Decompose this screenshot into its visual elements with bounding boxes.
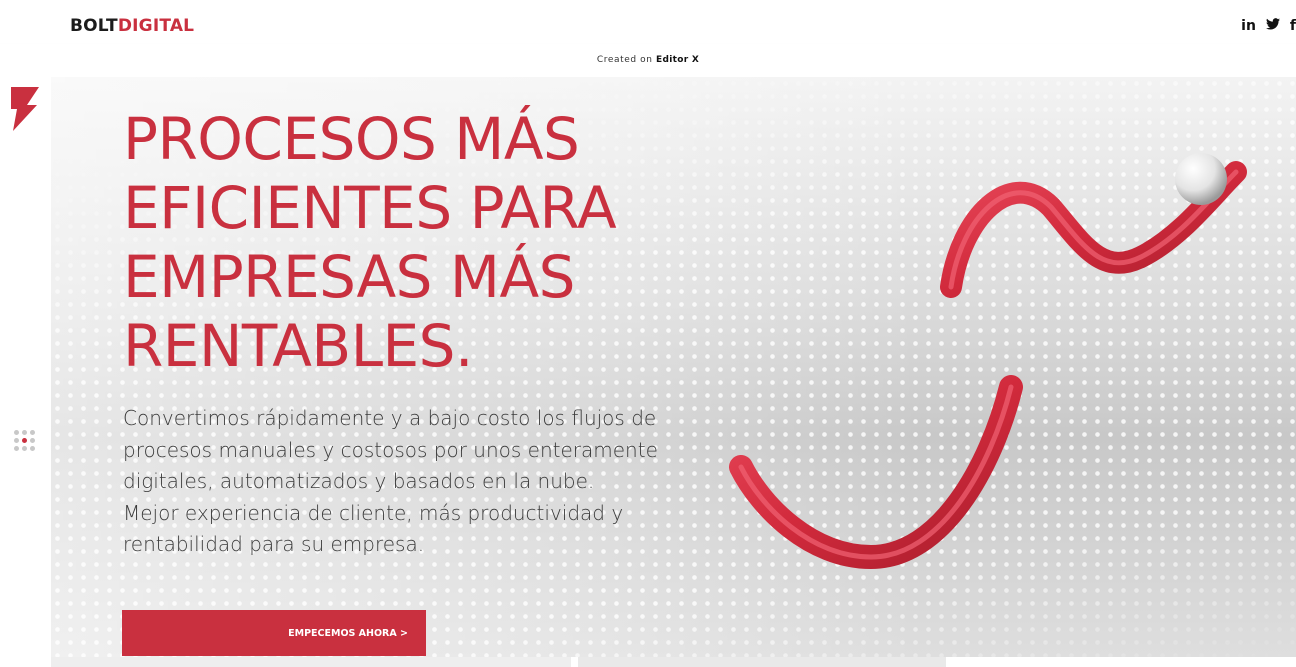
linkedin-icon[interactable]: in [1241, 18, 1256, 34]
headline-line: RENTABLES. [123, 312, 473, 380]
bottom-panel-right [578, 657, 946, 667]
description-line: digitales, automatizados y basados en la… [123, 469, 595, 493]
bottom-panel-left [51, 657, 571, 667]
hero-description: Convertimos rápidamente y a bajo costo l… [123, 403, 723, 561]
bottom-edge [51, 657, 1296, 667]
headline-line: EMPRESAS MÁS [123, 243, 575, 311]
twitter-icon[interactable] [1265, 18, 1280, 34]
logo-text-bolt: BOLT [70, 16, 118, 36]
start-now-button[interactable]: EMPECEMOS AHORA > [122, 610, 426, 656]
logo-text-digital: DIGITAL [117, 16, 195, 36]
credit-prefix: Created on [596, 55, 653, 65]
facebook-icon[interactable]: f [1290, 18, 1296, 34]
hero-headline: PROCESOS MÁS EFICIENTES PARA EMPRESAS MÁ… [123, 105, 617, 381]
grid-dots-menu-icon[interactable] [14, 430, 35, 451]
headline-line: EFICIENTES PARA [123, 174, 617, 242]
red-ribbon-illustration [729, 153, 1247, 570]
description-line: Mejor experiencia de cliente, más produc… [123, 500, 624, 525]
social-links: in f [1241, 18, 1296, 34]
hero-section: PROCESOS MÁS EFICIENTES PARA EMPRESAS MÁ… [51, 77, 1296, 657]
headline-line: PROCESOS MÁS [123, 105, 580, 173]
site-logo[interactable]: BOLTDIGITAL [70, 16, 194, 36]
bolt-flag-icon[interactable] [11, 87, 39, 131]
description-line: Convertimos rápidamente y a bajo costo l… [123, 406, 657, 430]
left-sidebar [0, 77, 51, 667]
editor-x-credit-bar[interactable]: Created on Editor X [0, 44, 1296, 77]
top-navigation-bar: BOLTDIGITAL in f [0, 0, 1296, 45]
description-line: procesos manuales y costosos por unos en… [123, 437, 658, 462]
credit-brand: Editor X [656, 55, 700, 65]
description-line: rentabilidad para su empresa. [123, 532, 425, 556]
